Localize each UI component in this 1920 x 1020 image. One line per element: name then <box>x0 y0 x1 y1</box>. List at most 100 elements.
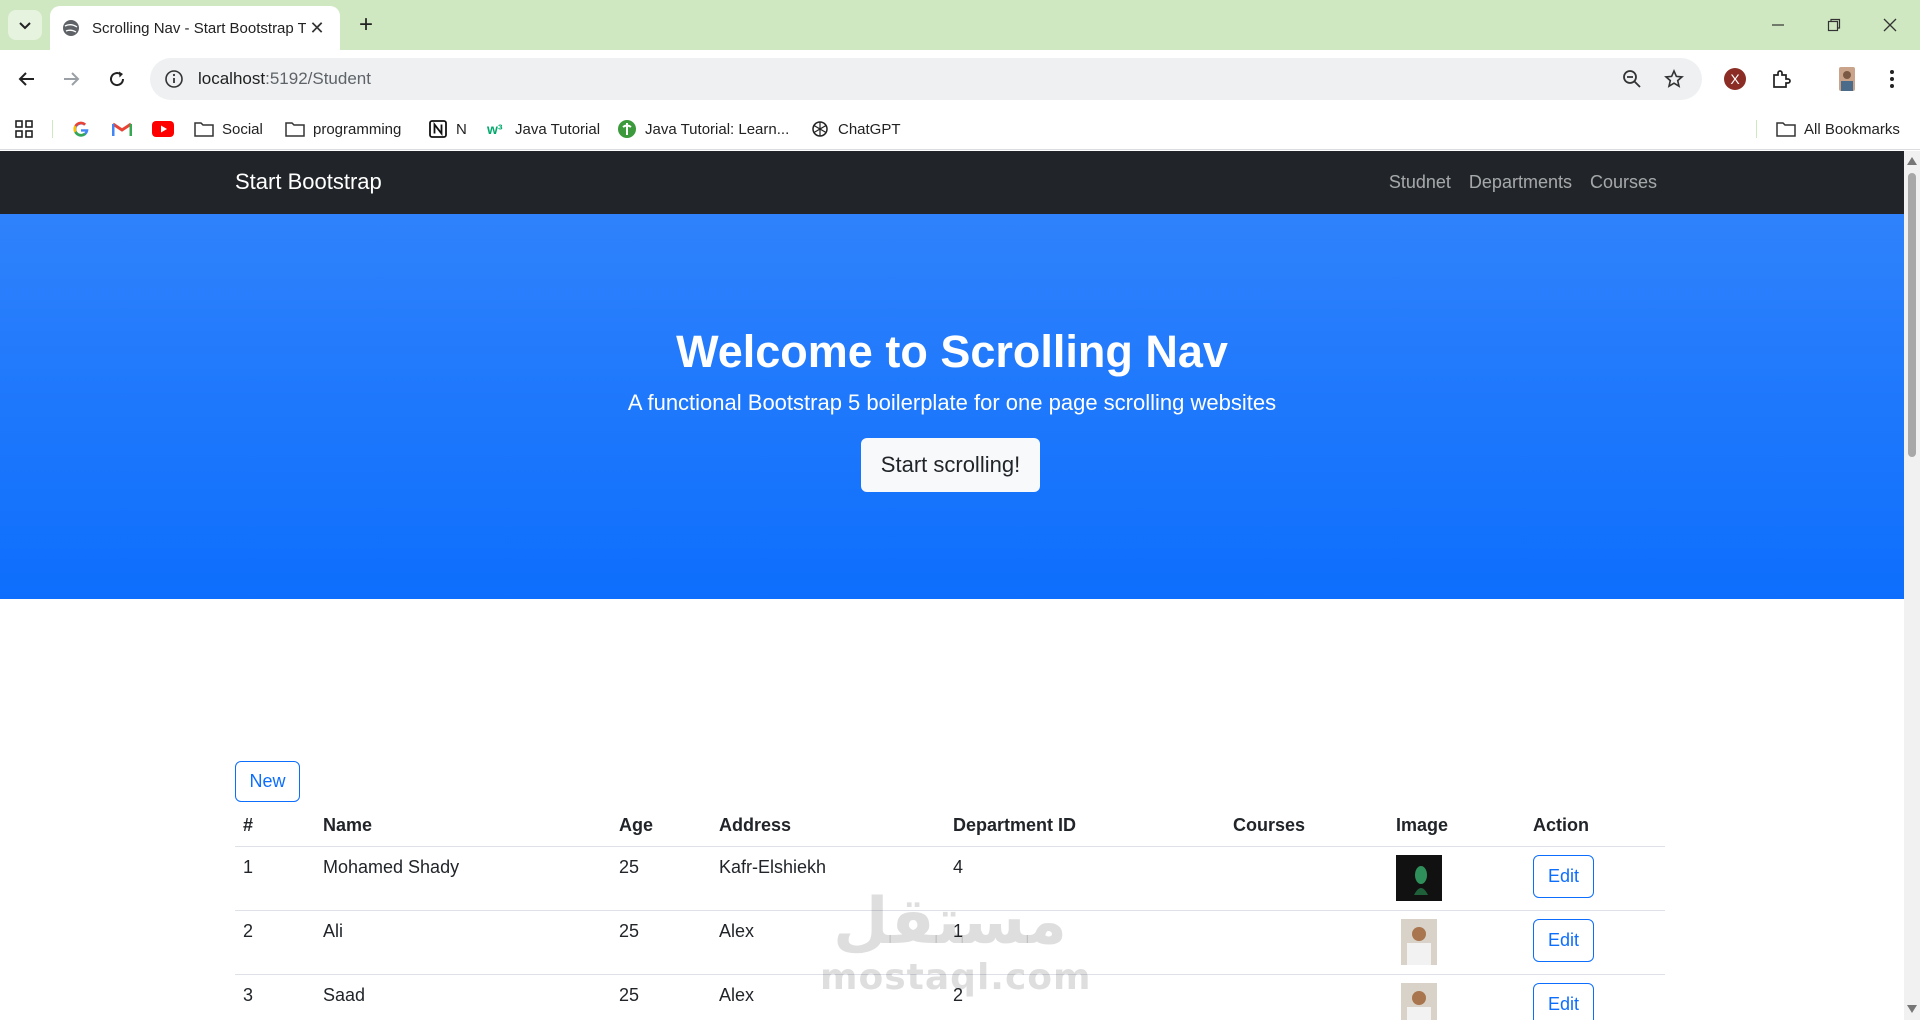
cell-action: Edit <box>1525 910 1665 975</box>
cell-name: Ali <box>315 910 611 975</box>
close-window-button[interactable] <box>1862 8 1918 42</box>
all-bookmarks-button[interactable]: All Bookmarks <box>1776 117 1900 141</box>
apps-grid-icon <box>15 120 33 138</box>
bookmark-youtube[interactable] <box>152 117 174 141</box>
forward-button[interactable] <box>56 64 86 94</box>
bookmark-google[interactable] <box>72 117 90 141</box>
cell-image <box>1388 910 1525 975</box>
folder-icon <box>1776 119 1796 139</box>
gmail-icon <box>112 122 132 136</box>
back-button[interactable] <box>12 64 42 94</box>
column-header-image: Image <box>1388 806 1525 847</box>
bookmark-chatgpt[interactable]: ChatGPT <box>810 117 901 141</box>
page-scrollbar[interactable] <box>1904 151 1920 1020</box>
cell-department-id: 2 <box>945 974 1225 1020</box>
site-info-icon[interactable] <box>164 69 184 89</box>
column-header-address: Address <box>711 806 945 847</box>
site-navbar: Start Bootstrap Studnet Departments Cour… <box>0 151 1904 214</box>
table-row: 2 Ali 25 Alex 1 Edit <box>235 910 1665 975</box>
browser-tab[interactable]: Scrolling Nav - Start Bootstrap T ✕ <box>50 6 340 50</box>
bookmark-social[interactable]: Social <box>194 117 263 141</box>
restore-button[interactable] <box>1806 8 1862 42</box>
bookmark-label: Java Tutorial <box>515 120 601 138</box>
kebab-menu-icon <box>1890 70 1894 88</box>
tab-close-icon[interactable]: ✕ <box>306 17 328 39</box>
bookmark-star-button[interactable] <box>1660 65 1688 93</box>
site-brand[interactable]: Start Bootstrap <box>235 169 382 195</box>
zoom-button[interactable] <box>1618 65 1646 93</box>
scrollbar-thumb[interactable] <box>1908 173 1916 457</box>
extensions-button[interactable] <box>1767 65 1795 93</box>
puzzle-icon <box>1773 70 1791 88</box>
cell-age: 25 <box>611 910 711 975</box>
page-viewport: Start Bootstrap Studnet Departments Cour… <box>0 151 1904 1020</box>
student-photo <box>1401 918 1437 965</box>
bookmark-label: Java Tutorial: Learn... <box>645 120 790 138</box>
extension-button[interactable]: X <box>1721 65 1749 93</box>
students-table: # Name Age Address Department ID Courses… <box>235 806 1665 1020</box>
bookmarks-bar: Social programming N w³ Java Tutorial Ja… <box>0 108 1920 150</box>
menu-button[interactable] <box>1878 65 1906 93</box>
browser-toolbar: localhost:5192/Student X <box>0 50 1920 108</box>
zoom-out-icon <box>1623 70 1641 88</box>
nav-link-courses[interactable]: Courses <box>1590 172 1657 193</box>
bookmark-notion[interactable]: N <box>428 117 467 141</box>
cell-address: Kafr-Elshiekh <box>711 846 945 911</box>
address-bar[interactable]: localhost:5192/Student <box>150 58 1702 100</box>
google-icon <box>73 121 89 137</box>
url-host: localhost <box>198 69 266 88</box>
cell-courses <box>1225 910 1388 975</box>
url-text: localhost:5192/Student <box>198 69 1618 89</box>
chevron-down-icon <box>19 22 31 30</box>
new-tab-button[interactable]: + <box>352 12 380 40</box>
student-photo <box>1401 982 1437 1020</box>
apps-button[interactable] <box>14 117 34 141</box>
bookmark-programming[interactable]: programming <box>285 117 401 141</box>
notion-icon <box>428 119 448 139</box>
bookmark-label: programming <box>313 120 402 138</box>
svg-text:w³: w³ <box>487 121 503 137</box>
cell-id: 1 <box>235 846 315 911</box>
bookmarks-divider <box>52 120 53 138</box>
url-path: :5192/Student <box>265 69 371 88</box>
bookmark-java-tutorial[interactable]: w³ Java Tutorial <box>487 117 600 141</box>
w3schools-icon: w³ <box>487 119 507 139</box>
cell-image <box>1388 974 1525 1020</box>
cell-courses <box>1225 846 1388 911</box>
bookmark-label: N <box>456 120 467 138</box>
bookmark-gmail[interactable] <box>112 117 132 141</box>
minimize-button[interactable] <box>1750 8 1806 42</box>
bookmark-label: Social <box>222 120 263 138</box>
column-header-number: # <box>235 806 315 847</box>
new-student-button[interactable]: New <box>235 761 300 802</box>
student-photo <box>1396 854 1442 901</box>
svg-text:X: X <box>1730 71 1740 87</box>
start-scrolling-button[interactable]: Start scrolling! <box>861 438 1040 492</box>
edit-button[interactable]: Edit <box>1533 982 1594 1020</box>
nav-link-studnet[interactable]: Studnet <box>1389 172 1451 193</box>
minimize-icon <box>1772 24 1784 26</box>
cell-action: Edit <box>1525 846 1665 911</box>
reload-button[interactable] <box>102 64 132 94</box>
tab-search-button[interactable] <box>8 10 42 40</box>
profile-x-icon: X <box>1724 68 1746 90</box>
folder-icon <box>194 119 214 139</box>
cell-department-id: 4 <box>945 846 1225 911</box>
column-header-department-id: Department ID <box>945 806 1225 847</box>
scroll-up-arrow-icon[interactable] <box>1907 156 1917 166</box>
profile-button[interactable] <box>1833 65 1861 93</box>
all-bookmarks-label: All Bookmarks <box>1804 120 1900 138</box>
scroll-down-arrow-icon[interactable] <box>1907 1004 1917 1014</box>
nav-link-departments[interactable]: Departments <box>1469 172 1572 193</box>
bookmark-java-tutorial-learn[interactable]: Java Tutorial: Learn... <box>617 117 789 141</box>
hero-title: Welcome to Scrolling Nav <box>676 326 1228 377</box>
edit-button[interactable]: Edit <box>1533 918 1594 962</box>
folder-icon <box>285 119 305 139</box>
reload-icon <box>110 71 125 87</box>
table-row: 1 Mohamed Shady 25 Kafr-Elshiekh 4 Edit <box>235 846 1665 911</box>
cell-image <box>1388 846 1525 911</box>
cell-department-id: 1 <box>945 910 1225 975</box>
site-icon <box>617 119 637 139</box>
edit-button[interactable]: Edit <box>1533 854 1594 898</box>
cell-id: 2 <box>235 910 315 975</box>
